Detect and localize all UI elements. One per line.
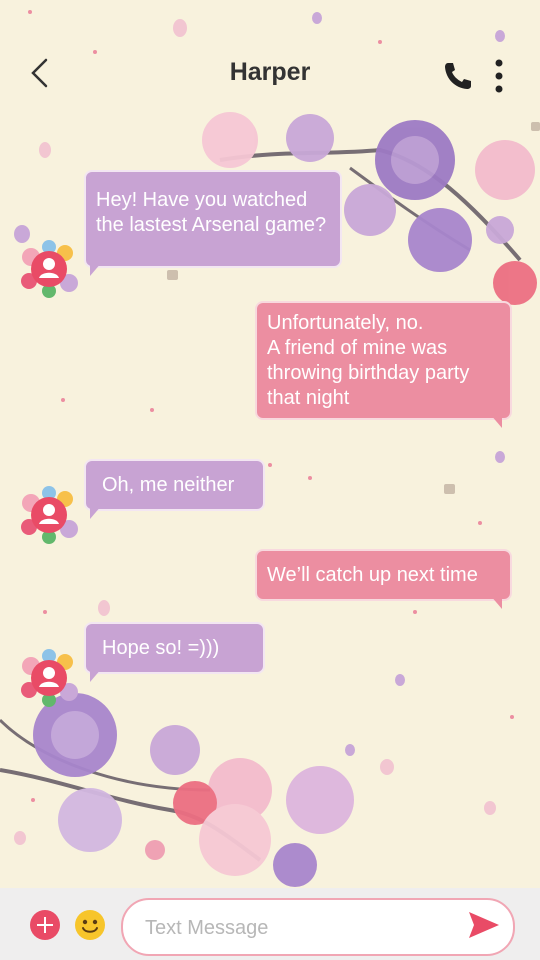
chat-screen: Harper Hey! Have you watched the lastest… [0,0,540,960]
message-bubble[interactable]: We’ll catch up next time [255,549,512,601]
contact-avatar[interactable] [19,239,79,299]
send-icon[interactable] [467,909,501,941]
phone-icon[interactable] [442,60,474,92]
message-bubble[interactable]: Oh, me neither [84,459,265,511]
contact-avatar[interactable] [19,485,79,545]
message-text: Hey! Have you watched the lastest Arsena… [96,189,327,236]
contact-avatar[interactable] [19,648,79,708]
bubble-tail [90,262,102,276]
bubble-tail [490,595,502,609]
message-text: Hope so! =))) [102,637,220,659]
message-bubble[interactable]: Hey! Have you watched the lastest Arsena… [84,170,342,268]
plus-icon[interactable] [30,910,60,940]
message-input[interactable] [143,914,447,942]
message-text: We’ll catch up next time [267,564,478,586]
cherry-blossom-background [0,10,540,887]
chat-header: Harper [0,0,540,110]
message-text: Unfortunately, no. A friend of mine was … [267,312,470,409]
message-bubble[interactable]: Hope so! =))) [84,622,265,674]
bubble-tail [90,505,102,519]
message-bubble[interactable]: Unfortunately, no. A friend of mine was … [255,301,512,420]
text-message-field[interactable] [121,898,515,956]
bubble-tail [490,414,502,428]
more-vertical-icon[interactable] [490,58,508,94]
bubble-tail [90,668,102,682]
message-text: Oh, me neither [102,474,235,496]
smiley-icon[interactable] [74,909,106,941]
